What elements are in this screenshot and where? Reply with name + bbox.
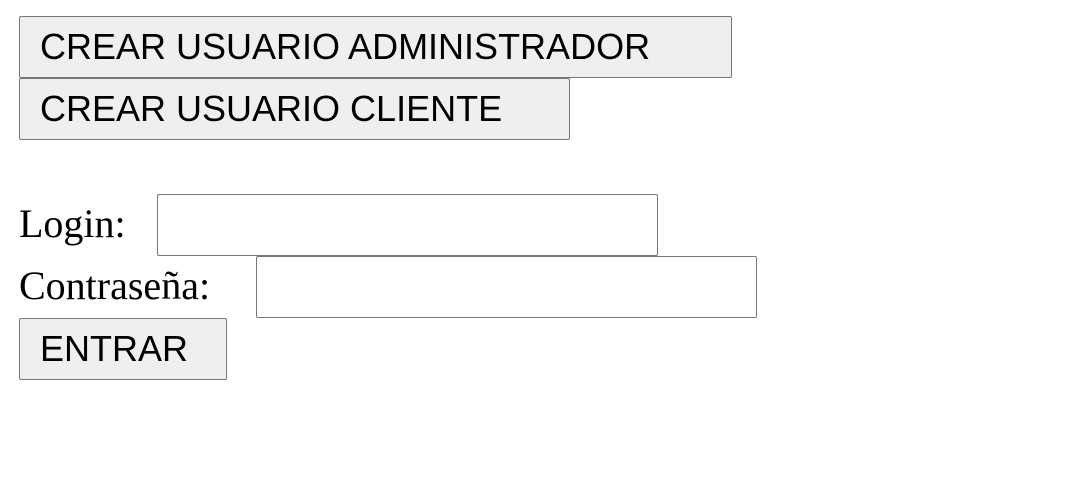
create-client-user-button[interactable]: CREAR USUARIO CLIENTE [19,78,570,140]
create-admin-user-button[interactable]: CREAR USUARIO ADMINISTRADOR [19,16,732,78]
password-label: Contraseña: [19,263,211,308]
enter-button[interactable]: ENTRAR [19,318,227,380]
login-input[interactable] [157,194,658,256]
password-input[interactable] [256,256,757,318]
login-label: Login: [19,201,126,246]
